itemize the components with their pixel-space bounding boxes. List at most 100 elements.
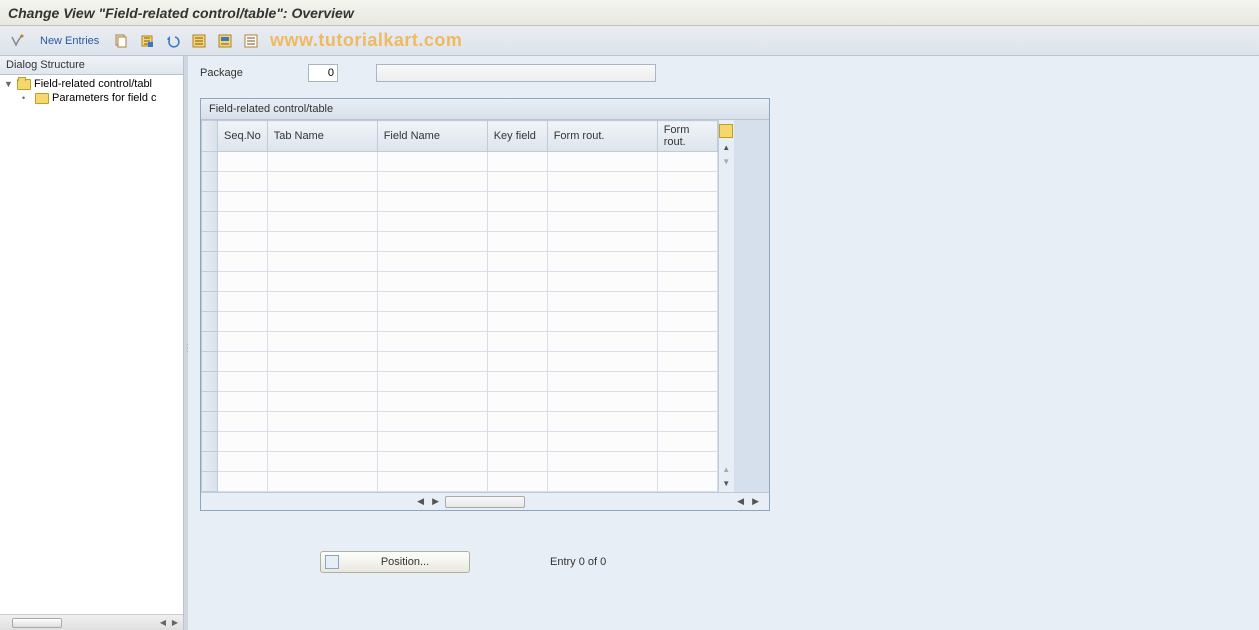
- table-cell[interactable]: [218, 172, 268, 192]
- table-cell[interactable]: [487, 272, 547, 292]
- table-cell[interactable]: [547, 472, 657, 492]
- table-cell[interactable]: [547, 232, 657, 252]
- table-cell[interactable]: [267, 412, 377, 432]
- table-cell[interactable]: [267, 172, 377, 192]
- select-all-icon[interactable]: [189, 31, 209, 51]
- row-selector[interactable]: [202, 432, 218, 452]
- scroll-up-icon[interactable]: ▲: [722, 140, 730, 154]
- package-input[interactable]: [308, 64, 338, 82]
- position-button[interactable]: Position...: [320, 551, 470, 573]
- col-keyfield[interactable]: Key field: [487, 121, 547, 152]
- table-cell[interactable]: [377, 312, 487, 332]
- table-cell[interactable]: [547, 412, 657, 432]
- table-cell[interactable]: [267, 292, 377, 312]
- table-cell[interactable]: [267, 312, 377, 332]
- scroll-down-icon[interactable]: ▼: [722, 476, 730, 490]
- table-cell[interactable]: [218, 472, 268, 492]
- table-cell[interactable]: [487, 412, 547, 432]
- row-selector[interactable]: [202, 192, 218, 212]
- table-cell[interactable]: [377, 372, 487, 392]
- table-cell[interactable]: [487, 312, 547, 332]
- sidebar-hscroll[interactable]: ◀ ▶: [0, 614, 183, 630]
- deselect-all-icon[interactable]: [241, 31, 261, 51]
- table-cell[interactable]: [377, 472, 487, 492]
- table-cell[interactable]: [218, 152, 268, 172]
- table-cell[interactable]: [267, 192, 377, 212]
- toggle-icon[interactable]: [8, 31, 28, 51]
- table-cell[interactable]: [657, 232, 717, 252]
- table-cell[interactable]: [657, 372, 717, 392]
- table-config-icon[interactable]: [719, 124, 733, 138]
- table-cell[interactable]: [547, 292, 657, 312]
- table-cell[interactable]: [377, 412, 487, 432]
- table-cell[interactable]: [377, 192, 487, 212]
- table-cell[interactable]: [377, 432, 487, 452]
- table-cell[interactable]: [487, 232, 547, 252]
- table-cell[interactable]: [487, 252, 547, 272]
- table-cell[interactable]: [267, 432, 377, 452]
- table-cell[interactable]: [267, 452, 377, 472]
- table-cell[interactable]: [218, 332, 268, 352]
- table-cell[interactable]: [377, 272, 487, 292]
- hscroll-right-icon[interactable]: ▶: [430, 496, 441, 507]
- table-cell[interactable]: [657, 212, 717, 232]
- undo-icon[interactable]: [163, 31, 183, 51]
- table-cell[interactable]: [267, 252, 377, 272]
- tree-collapse-icon[interactable]: ▼: [4, 79, 14, 89]
- row-selector[interactable]: [202, 172, 218, 192]
- table-cell[interactable]: [547, 252, 657, 272]
- table-cell[interactable]: [487, 472, 547, 492]
- table-cell[interactable]: [218, 412, 268, 432]
- table-cell[interactable]: [218, 452, 268, 472]
- row-selector[interactable]: [202, 152, 218, 172]
- table-cell[interactable]: [487, 152, 547, 172]
- table-cell[interactable]: [377, 152, 487, 172]
- hscroll-left2-icon[interactable]: ◀: [735, 496, 746, 507]
- select-block-icon[interactable]: [215, 31, 235, 51]
- table-cell[interactable]: [218, 352, 268, 372]
- row-selector[interactable]: [202, 332, 218, 352]
- table-cell[interactable]: [547, 432, 657, 452]
- table-cell[interactable]: [487, 192, 547, 212]
- row-selector[interactable]: [202, 212, 218, 232]
- table-cell[interactable]: [657, 252, 717, 272]
- tree-item-parameters[interactable]: • Parameters for field c: [0, 91, 183, 105]
- table-cell[interactable]: [657, 192, 717, 212]
- table-cell[interactable]: [218, 292, 268, 312]
- table-cell[interactable]: [218, 272, 268, 292]
- delete-icon[interactable]: [137, 31, 157, 51]
- table-cell[interactable]: [267, 352, 377, 372]
- row-selector[interactable]: [202, 292, 218, 312]
- table-cell[interactable]: [218, 372, 268, 392]
- table-cell[interactable]: [657, 392, 717, 412]
- table-cell[interactable]: [487, 352, 547, 372]
- table-cell[interactable]: [657, 152, 717, 172]
- col-seqno[interactable]: Seq.No: [218, 121, 268, 152]
- table-cell[interactable]: [487, 172, 547, 192]
- table-cell[interactable]: [267, 372, 377, 392]
- table-cell[interactable]: [547, 192, 657, 212]
- table-cell[interactable]: [487, 372, 547, 392]
- hscroll-right2-icon[interactable]: ▶: [750, 496, 761, 507]
- table-cell[interactable]: [547, 452, 657, 472]
- table-cell[interactable]: [547, 372, 657, 392]
- table-cell[interactable]: [267, 212, 377, 232]
- scroll-right-icon[interactable]: ▶: [169, 618, 181, 627]
- table-cell[interactable]: [657, 312, 717, 332]
- table-cell[interactable]: [487, 212, 547, 232]
- table-cell[interactable]: [657, 332, 717, 352]
- row-selector[interactable]: [202, 372, 218, 392]
- col-formrout[interactable]: Form rout.: [547, 121, 657, 152]
- table-cell[interactable]: [218, 232, 268, 252]
- table-cell[interactable]: [267, 472, 377, 492]
- col-formrout2[interactable]: Form rout.: [657, 121, 717, 152]
- copy-icon[interactable]: [111, 31, 131, 51]
- row-selector[interactable]: [202, 412, 218, 432]
- table-cell[interactable]: [547, 272, 657, 292]
- table-cell[interactable]: [218, 312, 268, 332]
- row-selector[interactable]: [202, 272, 218, 292]
- table-cell[interactable]: [547, 172, 657, 192]
- table-cell[interactable]: [377, 172, 487, 192]
- table-cell[interactable]: [657, 472, 717, 492]
- table-cell[interactable]: [487, 332, 547, 352]
